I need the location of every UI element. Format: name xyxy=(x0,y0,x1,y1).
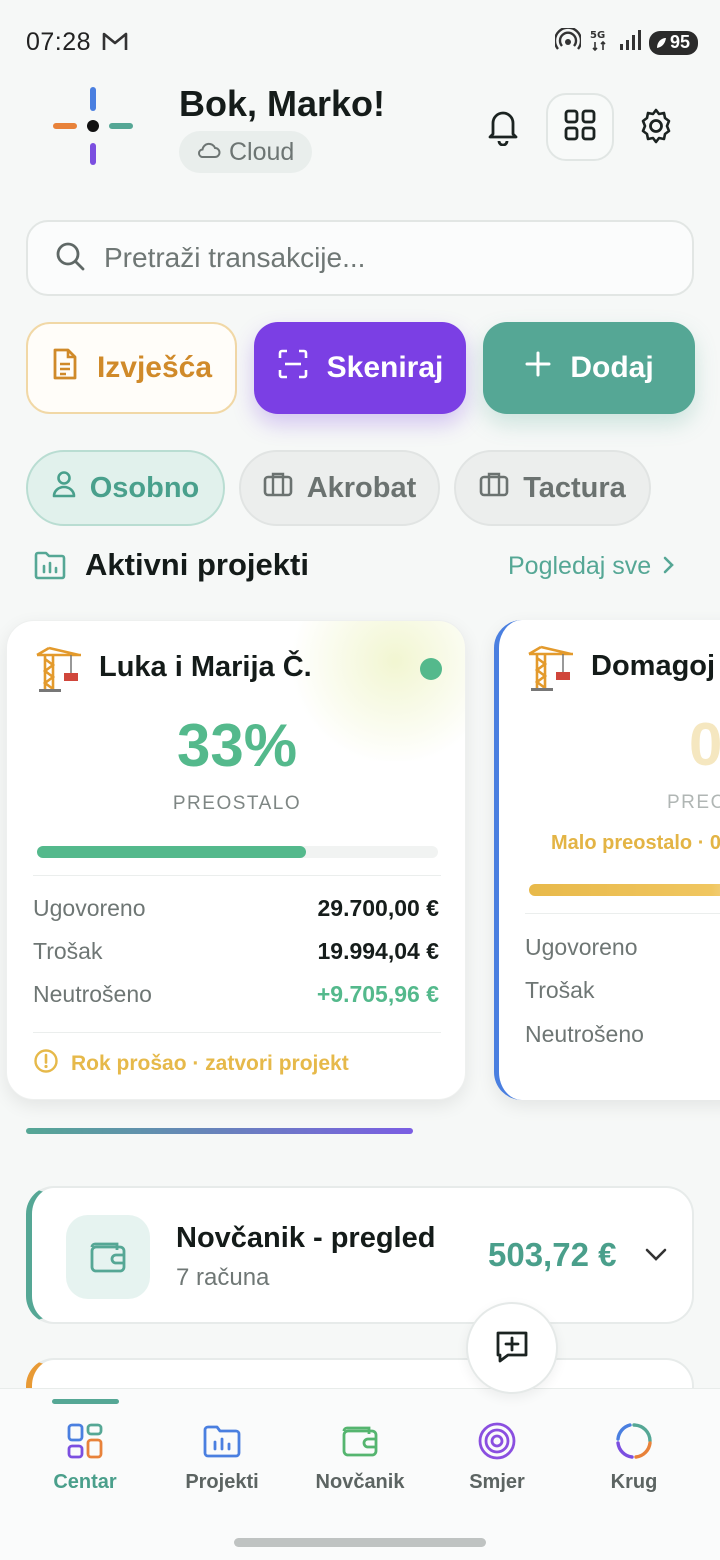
message-plus-icon xyxy=(492,1326,532,1371)
see-all-projects-link[interactable]: Pogledaj sve xyxy=(508,552,675,581)
carousel-scroll-indicator xyxy=(26,1128,413,1134)
network-5g-icon: 5G xyxy=(589,28,611,57)
search-input[interactable] xyxy=(104,242,644,274)
nav-item-projekti[interactable]: Projekti xyxy=(162,1389,282,1499)
warning-text: Rok prošao · zatvori projekt xyxy=(71,1052,349,1075)
contracted-value: 29.700,00 € xyxy=(317,895,439,921)
notifications-bell-icon[interactable] xyxy=(484,106,522,151)
nav-label: Centar xyxy=(53,1471,117,1493)
scan-label: Skeniraj xyxy=(326,351,444,384)
wallet-icon xyxy=(66,1215,150,1299)
nav-item-krug[interactable]: Krug xyxy=(574,1389,694,1499)
home-gesture-indicator[interactable] xyxy=(234,1538,486,1547)
active-projects-title: Aktivni projekti xyxy=(85,547,309,582)
reports-button[interactable]: Izvješća xyxy=(26,322,237,414)
remaining-percent: 0 xyxy=(689,711,720,778)
scan-icon xyxy=(277,348,309,388)
feedback-button[interactable] xyxy=(466,1302,558,1394)
settings-gear-icon[interactable] xyxy=(638,107,674,150)
filter-chip-akrobat[interactable]: Akrobat xyxy=(239,450,440,526)
greeting-title: Bok, Marko! xyxy=(179,83,386,124)
battery-indicator: 95 xyxy=(648,30,698,55)
remaining-progress-bar xyxy=(37,846,438,858)
filter-personal-label: Osobno xyxy=(89,471,200,504)
deadline-warning[interactable]: Rok prošao · zatvori projekt xyxy=(33,1048,349,1080)
chevron-down-icon[interactable] xyxy=(644,1246,668,1267)
warning-icon xyxy=(33,1048,59,1080)
status-dot xyxy=(420,658,442,680)
construction-crane-icon xyxy=(33,645,85,693)
progress-fill xyxy=(529,884,720,896)
add-label: Dodaj xyxy=(570,351,654,384)
nav-label: Krug xyxy=(610,1471,658,1493)
user-icon xyxy=(52,470,76,506)
gmail-icon xyxy=(102,30,128,57)
document-icon xyxy=(51,347,79,389)
remaining-progress-bar xyxy=(529,884,720,896)
briefcase-icon xyxy=(479,470,509,506)
wallet-icon xyxy=(340,1421,380,1461)
project-card[interactable]: Domagoj 0 PREOSTALO Malo preostalo · 0 U… xyxy=(494,620,720,1100)
status-time: 07:28 xyxy=(26,28,92,56)
nav-item-centar[interactable]: Centar xyxy=(25,1389,145,1499)
folder-chart-icon xyxy=(33,549,67,586)
wallet-title: Novčanik - pregled xyxy=(176,1222,436,1254)
nav-label: Projekti xyxy=(185,1471,259,1493)
cost-value: 19.994,04 € xyxy=(317,938,439,964)
status-bar: 07:28 5G 95 xyxy=(0,0,720,86)
project-name: Luka i Marija Č. xyxy=(99,651,312,683)
cost-label: Trošak xyxy=(33,938,103,964)
unspent-label: Neutrošeno xyxy=(33,981,152,1007)
project-card[interactable]: Luka i Marija Č. 33% PREOSTALO Ugovoreno… xyxy=(6,620,466,1100)
wallet-overview-card[interactable]: Novčanik - pregled 7 računa 503,72 € xyxy=(26,1186,694,1324)
add-button[interactable]: Dodaj xyxy=(483,322,695,414)
briefcase-icon xyxy=(263,470,293,506)
scan-button[interactable]: Skeniraj xyxy=(254,322,466,414)
transaction-search-bar[interactable] xyxy=(26,220,694,296)
app-logo xyxy=(52,86,134,168)
signal-icon xyxy=(619,29,641,56)
see-all-label: Pogledaj sve xyxy=(508,552,652,580)
filter-tactura-label: Tactura xyxy=(523,471,626,504)
widgets-grid-button[interactable] xyxy=(546,93,614,161)
nav-label: Smjer xyxy=(469,1471,525,1493)
filter-akrobat-label: Akrobat xyxy=(306,471,417,504)
project-name: Domagoj xyxy=(591,650,716,682)
remaining-percent: 33% xyxy=(176,712,298,779)
construction-crane-icon xyxy=(525,644,577,692)
svg-text:5G: 5G xyxy=(590,30,605,41)
remaining-label: PREOSTALO xyxy=(172,793,302,814)
reports-label: Izvješća xyxy=(96,351,213,384)
unspent-label: Neutrošeno xyxy=(525,1021,644,1047)
dashboard-icon xyxy=(66,1421,104,1461)
bottom-navigation: Centar Projekti Novčanik Smjer Krug xyxy=(0,1388,720,1560)
folder-chart-icon xyxy=(202,1421,242,1461)
low-remaining-note: Malo preostalo · 0 xyxy=(551,832,720,854)
grid-icon xyxy=(563,108,597,147)
contracted-label: Ugovoreno xyxy=(33,895,146,921)
hotspot-icon xyxy=(553,26,583,57)
nav-label: Novčanik xyxy=(315,1471,405,1493)
cloud-icon xyxy=(195,138,221,167)
target-icon xyxy=(477,1421,517,1461)
chevron-right-icon xyxy=(663,552,675,581)
cloud-label: Cloud xyxy=(229,137,295,166)
progress-fill xyxy=(37,846,306,858)
cost-label: Trošak xyxy=(525,977,595,1003)
nav-item-novcanik[interactable]: Novčanik xyxy=(300,1389,420,1499)
search-icon xyxy=(54,240,86,277)
plus-icon xyxy=(524,350,552,386)
unspent-value: +9.705,96 € xyxy=(316,981,439,1007)
wallet-accounts-count: 7 računa xyxy=(176,1264,270,1291)
nav-item-smjer[interactable]: Smjer xyxy=(437,1389,557,1499)
filter-chip-personal[interactable]: Osobno xyxy=(26,450,225,526)
filter-chip-tactura[interactable]: Tactura xyxy=(454,450,651,526)
circle-segments-icon xyxy=(614,1421,654,1461)
cloud-status-badge[interactable]: Cloud xyxy=(179,131,313,173)
contracted-label: Ugovoreno xyxy=(525,934,638,960)
remaining-label: PREOSTALO xyxy=(667,792,720,813)
wallet-balance: 503,72 € xyxy=(488,1236,617,1273)
